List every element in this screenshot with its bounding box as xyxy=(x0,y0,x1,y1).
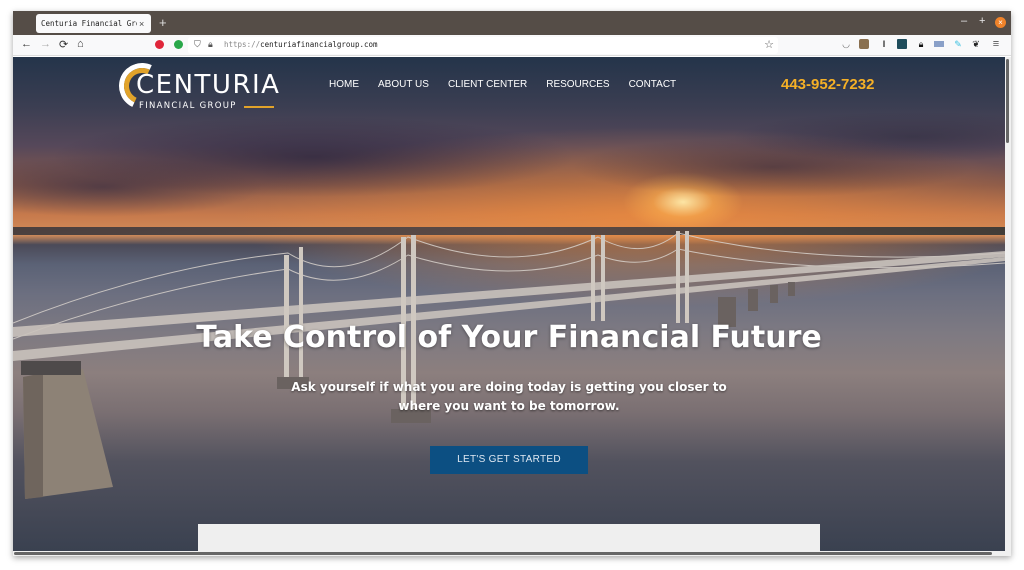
url-host: centuriafinancialgroup.com xyxy=(260,40,378,49)
navigation-toolbar: ← → ⟳ ⌂ ⛉ 🔒︎ https://centuriafinancialgr… xyxy=(13,35,1011,56)
nav-client-center[interactable]: CLIENT CENTER xyxy=(448,79,527,90)
tab-close-icon[interactable]: × xyxy=(139,19,144,29)
phone-number[interactable]: 443-952-7232 xyxy=(781,76,874,93)
url-text[interactable]: https://centuriafinancialgroup.com xyxy=(224,40,378,49)
nav-resources[interactable]: RESOURCES xyxy=(546,79,609,90)
page-viewport: CENTURIA FINANCIAL GROUP HOME ABOUT US C… xyxy=(13,57,1005,551)
hero-clouds xyxy=(13,97,1005,217)
menu-icon[interactable]: ≡ xyxy=(991,39,1001,50)
content-card xyxy=(198,524,820,551)
extension-screen-icon[interactable] xyxy=(934,41,944,47)
browser-window: Centuria Financial Group × + – + × ← → ⟳… xyxy=(13,11,1011,556)
bookmark-star-icon[interactable]: ☆ xyxy=(764,38,774,51)
horizontal-scrollbar[interactable] xyxy=(13,551,1011,556)
vertical-scroll-thumb[interactable] xyxy=(1006,59,1009,143)
extension-i-icon[interactable]: I xyxy=(879,39,889,49)
close-window-button[interactable]: × xyxy=(995,17,1006,28)
url-bar[interactable]: ⛉ 🔒︎ https://centuriafinancialgroup.com … xyxy=(188,37,778,54)
vertical-scrollbar[interactable] xyxy=(1005,57,1011,551)
new-tab-button[interactable]: + xyxy=(159,15,167,30)
url-protocol: https:// xyxy=(224,40,261,49)
maximize-button[interactable]: + xyxy=(979,15,985,27)
adblock-icon[interactable] xyxy=(155,40,164,49)
pocket-icon[interactable]: ◡ xyxy=(841,39,851,49)
bridge-image xyxy=(13,231,1005,499)
lock-icon[interactable]: 🔒︎ xyxy=(208,39,213,50)
home-button[interactable]: ⌂ xyxy=(77,38,84,50)
horizontal-scroll-thumb[interactable] xyxy=(14,552,992,555)
browser-tab[interactable]: Centuria Financial Group × xyxy=(36,14,151,33)
logo-underline xyxy=(244,106,274,108)
hero-subtitle: Ask yourself if what you are doing today… xyxy=(291,380,727,413)
extension-teal-icon[interactable] xyxy=(897,39,907,49)
minimize-button[interactable]: – xyxy=(961,15,967,27)
reload-button[interactable]: ⟳ xyxy=(59,38,68,51)
extension-dark-icon[interactable]: ❦ xyxy=(971,39,981,49)
tab-title: Centuria Financial Group xyxy=(41,19,137,28)
main-nav: HOME ABOUT US CLIENT CENTER RESOURCES CO… xyxy=(329,79,695,90)
nav-about-us[interactable]: ABOUT US xyxy=(378,79,429,90)
hero-title: Take Control of Your Financial Future xyxy=(196,320,822,355)
get-started-button[interactable]: LET'S GET STARTED xyxy=(430,446,588,474)
logo-subtitle: FINANCIAL GROUP xyxy=(139,101,237,111)
extension-badge-icon[interactable] xyxy=(859,39,869,49)
logo-name: CENTURIA xyxy=(136,70,281,100)
back-button[interactable]: ← xyxy=(21,38,32,50)
extension-lock-icon[interactable]: 🔒︎ xyxy=(916,39,926,49)
title-bar: Centuria Financial Group × + – + × xyxy=(13,11,1011,35)
nav-contact[interactable]: CONTACT xyxy=(629,79,677,90)
forward-button[interactable]: → xyxy=(40,38,51,50)
nav-home[interactable]: HOME xyxy=(329,79,359,90)
extension-pen-icon[interactable]: ✎ xyxy=(953,39,963,49)
site-logo[interactable]: CENTURIA FINANCIAL GROUP xyxy=(112,57,281,116)
extension-green-icon[interactable] xyxy=(174,40,183,49)
shield-icon[interactable]: ⛉ xyxy=(194,39,201,50)
